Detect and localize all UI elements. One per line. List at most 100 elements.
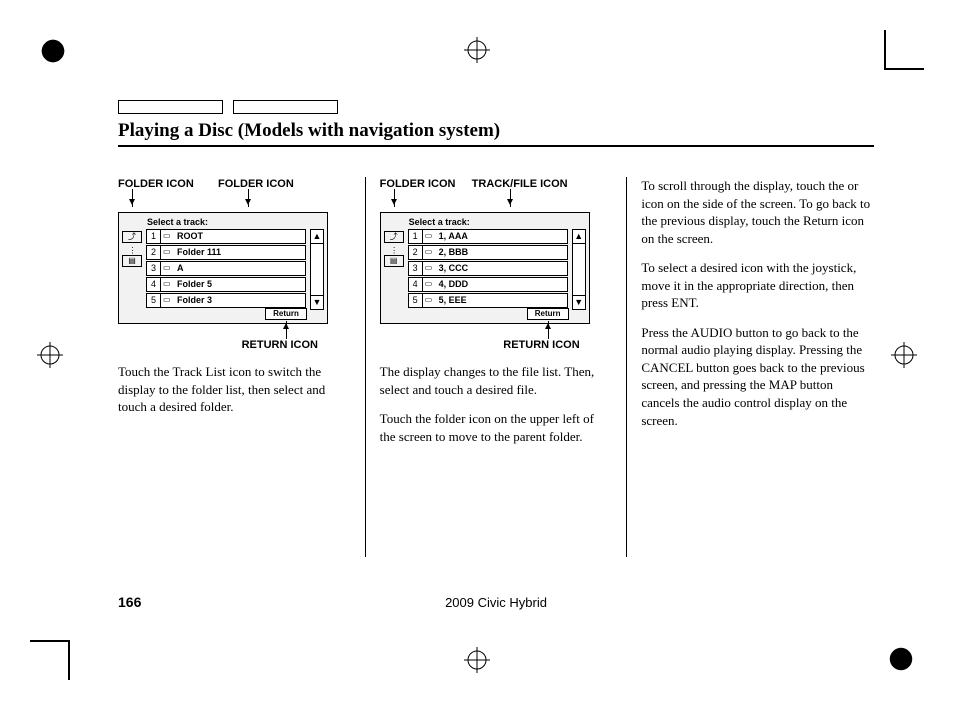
screen-panel: Select a track: ⤴ ⋮ ▤ 1▭1, AAA2▭2, BBB3▭… (380, 212, 590, 324)
row-number: 5 (147, 294, 161, 307)
row-number: 2 (409, 246, 423, 259)
return-button[interactable]: Return (265, 308, 307, 320)
label-folder-icon-left: FOLDER ICON (118, 177, 194, 192)
row-text: Folder 111 (177, 246, 221, 258)
diagram-folder-list: FOLDER ICON FOLDER ICON Select a track: … (118, 177, 338, 347)
screen-panel: Select a track: ⤴ ⋮ ▤ 1▭ROOT2▭Folder 111… (118, 212, 328, 324)
list-row[interactable]: 4▭4, DDD (408, 277, 568, 292)
label-folder-icon: FOLDER ICON (380, 177, 456, 192)
page-footer: 166 2009 Civic Hybrid (118, 594, 874, 610)
list-row[interactable]: 2▭Folder 111 (146, 245, 306, 260)
registration-mark (37, 342, 63, 368)
registration-mark (464, 37, 490, 63)
row-number: 5 (409, 294, 423, 307)
list-row[interactable]: 3▭3, CCC (408, 261, 568, 276)
row-text: Folder 3 (177, 294, 212, 306)
scroll-down-icon[interactable]: ▼ (311, 295, 323, 309)
tab-box (233, 100, 338, 114)
list-row[interactable]: 4▭Folder 5 (146, 277, 306, 292)
row-text: 2, BBB (439, 246, 469, 258)
file-icon: ▭ (425, 231, 437, 242)
panel-title: Select a track: (147, 216, 208, 228)
panel-title: Select a track: (409, 216, 470, 228)
row-text: Folder 5 (177, 278, 212, 290)
scroll-track[interactable] (311, 244, 323, 295)
label-return-icon: RETURN ICON (503, 338, 579, 353)
page-content: Playing a Disc (Models with navigation s… (118, 100, 874, 610)
folder-tree-icon[interactable]: ▤ (384, 255, 404, 267)
row-text: ROOT (177, 230, 203, 242)
paragraph: To scroll through the display, touch the… (641, 177, 874, 247)
folder-icon: ▭ (163, 231, 175, 242)
label-return-icon: RETURN ICON (242, 338, 318, 353)
list-row[interactable]: 2▭2, BBB (408, 245, 568, 260)
arrow-down-icon (394, 189, 395, 207)
file-icon: ▭ (425, 263, 437, 274)
paragraph: Touch the Track List icon to switch the … (118, 363, 351, 416)
folder-tree-icon[interactable]: ▤ (122, 255, 142, 267)
row-number: 4 (409, 278, 423, 291)
row-number: 3 (147, 262, 161, 275)
column-1: FOLDER ICON FOLDER ICON Select a track: … (118, 177, 365, 557)
dots-icon: ⋮ (122, 247, 144, 255)
diagram-file-list: FOLDER ICON TRACK/FILE ICON Select a tra… (380, 177, 600, 347)
model-year: 2009 Civic Hybrid (445, 595, 547, 610)
file-icon: ▭ (425, 295, 437, 306)
side-icons: ⤴ ⋮ ▤ (384, 231, 406, 271)
arrow-down-icon (510, 189, 511, 207)
registration-mark (891, 342, 917, 368)
scroll-track[interactable] (573, 244, 585, 295)
folder-icon: ▭ (163, 295, 175, 306)
row-text: 4, DDD (439, 278, 469, 290)
list-row[interactable]: 1▭ROOT (146, 229, 306, 244)
cropmark-top-right (884, 30, 924, 70)
page-number: 166 (118, 594, 141, 610)
paragraph: Press the AUDIO button to go back to the… (641, 324, 874, 429)
paragraph: To select a desired icon with the joysti… (641, 259, 874, 312)
tab-box (118, 100, 223, 114)
header-tabs (118, 100, 874, 114)
cropmark-bottom-left (30, 640, 70, 680)
row-number: 2 (147, 246, 161, 259)
file-icon: ▭ (425, 247, 437, 258)
registration-mark (464, 647, 490, 673)
paragraph: Touch the folder icon on the upper left … (380, 410, 613, 445)
starburst-icon (888, 646, 914, 672)
row-number: 3 (409, 262, 423, 275)
return-button[interactable]: Return (527, 308, 569, 320)
list-row[interactable]: 5▭Folder 3 (146, 293, 306, 308)
row-number: 1 (147, 230, 161, 243)
label-folder-icon-right: FOLDER ICON (218, 177, 294, 192)
track-list: 1▭ROOT2▭Folder 1113▭A4▭Folder 55▭Folder … (146, 229, 306, 309)
folder-up-icon[interactable]: ⤴ (384, 231, 404, 243)
page-title: Playing a Disc (Models with navigation s… (118, 120, 874, 147)
scroll-up-icon[interactable]: ▲ (311, 230, 323, 244)
list-row[interactable]: 5▭5, EEE (408, 293, 568, 308)
list-row[interactable]: 1▭1, AAA (408, 229, 568, 244)
arrow-up-icon (548, 321, 549, 339)
label-track-file-icon: TRACK/FILE ICON (472, 177, 568, 192)
scrollbar[interactable]: ▲ ▼ (572, 229, 586, 310)
scrollbar[interactable]: ▲ ▼ (310, 229, 324, 310)
track-list: 1▭1, AAA2▭2, BBB3▭3, CCC4▭4, DDD5▭5, EEE (408, 229, 568, 309)
row-text: 3, CCC (439, 262, 469, 274)
row-number: 1 (409, 230, 423, 243)
scroll-up-icon[interactable]: ▲ (573, 230, 585, 244)
file-icon: ▭ (425, 279, 437, 290)
dots-icon: ⋮ (384, 247, 406, 255)
row-text: 5, EEE (439, 294, 467, 306)
list-row[interactable]: 3▭A (146, 261, 306, 276)
column-3: To scroll through the display, touch the… (627, 177, 874, 557)
arrow-down-icon (132, 189, 133, 207)
folder-icon: ▭ (163, 263, 175, 274)
scroll-down-icon[interactable]: ▼ (573, 295, 585, 309)
row-number: 4 (147, 278, 161, 291)
row-text: A (177, 262, 184, 274)
row-text: 1, AAA (439, 230, 468, 242)
side-icons: ⤴ ⋮ ▤ (122, 231, 144, 271)
folder-icon: ▭ (163, 247, 175, 258)
column-2: FOLDER ICON TRACK/FILE ICON Select a tra… (366, 177, 627, 557)
folder-up-icon[interactable]: ⤴ (122, 231, 142, 243)
arrow-down-icon (248, 189, 249, 207)
starburst-icon (40, 38, 66, 64)
